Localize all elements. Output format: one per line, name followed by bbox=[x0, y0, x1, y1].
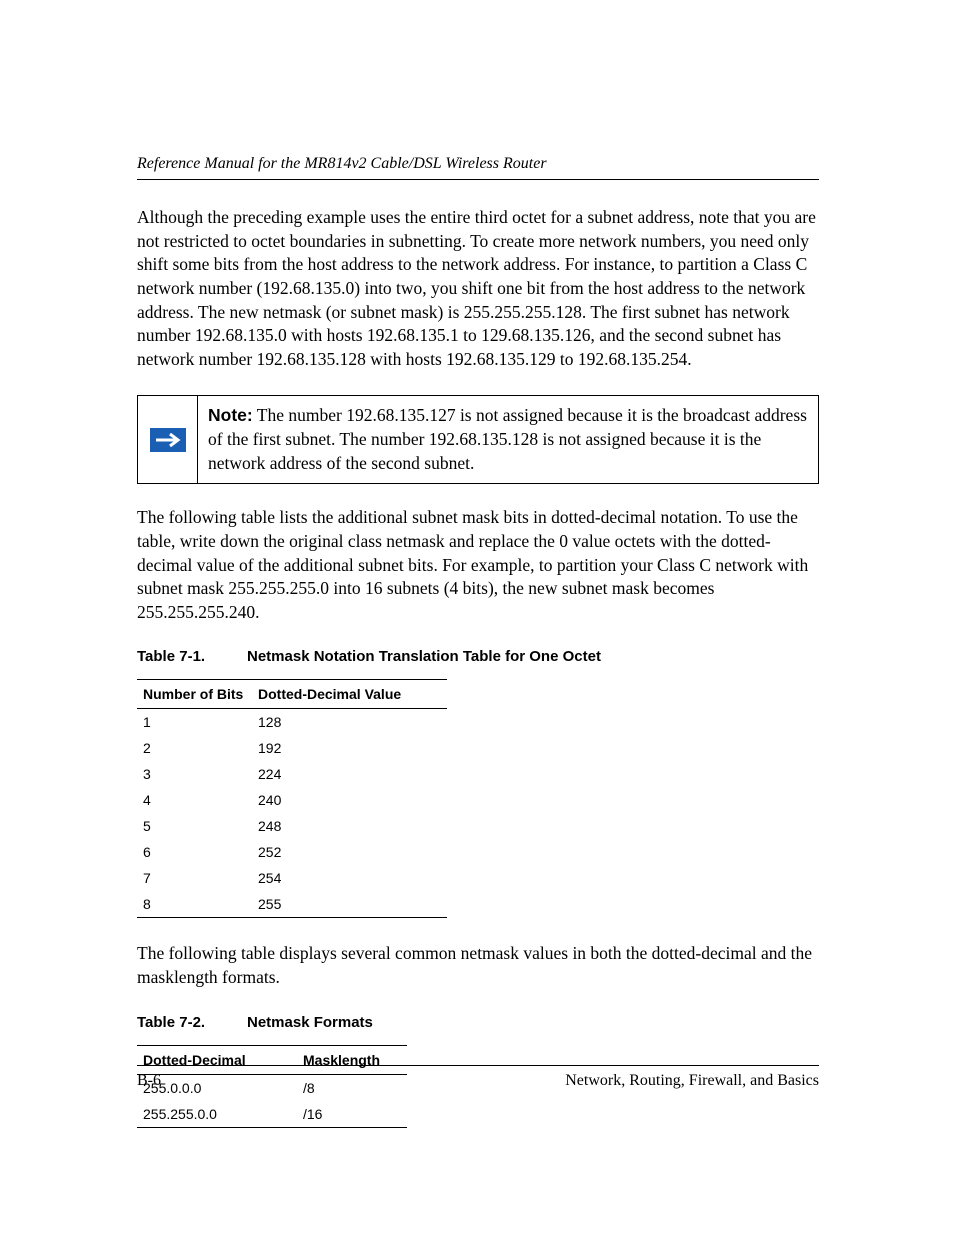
table-row: 3224 bbox=[137, 761, 447, 787]
table-cell: 248 bbox=[252, 813, 447, 839]
table-cell: 1 bbox=[137, 709, 252, 736]
table-cell: 7 bbox=[137, 865, 252, 891]
paragraph-2: The following table lists the additional… bbox=[137, 506, 819, 624]
note-text: Note: The number 192.68.135.127 is not a… bbox=[198, 396, 818, 483]
table-cell: 3 bbox=[137, 761, 252, 787]
note-icon-cell bbox=[138, 396, 198, 483]
paragraph-3: The following table displays several com… bbox=[137, 942, 819, 989]
table-row: 4240 bbox=[137, 787, 447, 813]
table-1-title: Netmask Notation Translation Table for O… bbox=[247, 648, 601, 665]
table-cell: 2 bbox=[137, 735, 252, 761]
table-2-title: Netmask Formats bbox=[247, 1014, 373, 1031]
page-footer: B-6 Network, Routing, Firewall, and Basi… bbox=[137, 1065, 819, 1090]
arrow-right-icon bbox=[150, 428, 186, 452]
table-cell: /16 bbox=[297, 1101, 407, 1128]
table-row: 1128 bbox=[137, 709, 447, 736]
table-1-caption: Table 7-1.Netmask Notation Translation T… bbox=[137, 648, 819, 665]
table-cell: 255.255.0.0 bbox=[137, 1101, 297, 1128]
page-header-title: Reference Manual for the MR814v2 Cable/D… bbox=[137, 155, 819, 180]
table-cell: 254 bbox=[252, 865, 447, 891]
table-cell: 8 bbox=[137, 891, 252, 918]
note-label: Note: bbox=[208, 405, 253, 425]
paragraph-1: Although the preceding example uses the … bbox=[137, 206, 819, 371]
table-cell: 255 bbox=[252, 891, 447, 918]
table-1-header-0: Number of Bits bbox=[137, 680, 252, 709]
table-1-header-1: Dotted-Decimal Value bbox=[252, 680, 447, 709]
table-row: 8255 bbox=[137, 891, 447, 918]
table-cell: 252 bbox=[252, 839, 447, 865]
table-row: 6252 bbox=[137, 839, 447, 865]
table-1-number: Table 7-1. bbox=[137, 648, 247, 665]
table-row: 255.255.0.0/16 bbox=[137, 1101, 407, 1128]
footer-page-number: B-6 bbox=[137, 1072, 161, 1090]
table-cell: 128 bbox=[252, 709, 447, 736]
table-cell: 192 bbox=[252, 735, 447, 761]
table-cell: 240 bbox=[252, 787, 447, 813]
netmask-translation-table: Number of Bits Dotted-Decimal Value 1128… bbox=[137, 679, 447, 918]
table-cell: 5 bbox=[137, 813, 252, 839]
table-row: 7254 bbox=[137, 865, 447, 891]
table-2-number: Table 7-2. bbox=[137, 1014, 247, 1031]
table-row: 5248 bbox=[137, 813, 447, 839]
footer-section-title: Network, Routing, Firewall, and Basics bbox=[565, 1072, 819, 1090]
table-row: 2192 bbox=[137, 735, 447, 761]
table-2-caption: Table 7-2.Netmask Formats bbox=[137, 1014, 819, 1031]
table-cell: 6 bbox=[137, 839, 252, 865]
table-cell: 224 bbox=[252, 761, 447, 787]
table-cell: 4 bbox=[137, 787, 252, 813]
note-callout: Note: The number 192.68.135.127 is not a… bbox=[137, 395, 819, 484]
note-body: The number 192.68.135.127 is not assigne… bbox=[208, 405, 807, 472]
